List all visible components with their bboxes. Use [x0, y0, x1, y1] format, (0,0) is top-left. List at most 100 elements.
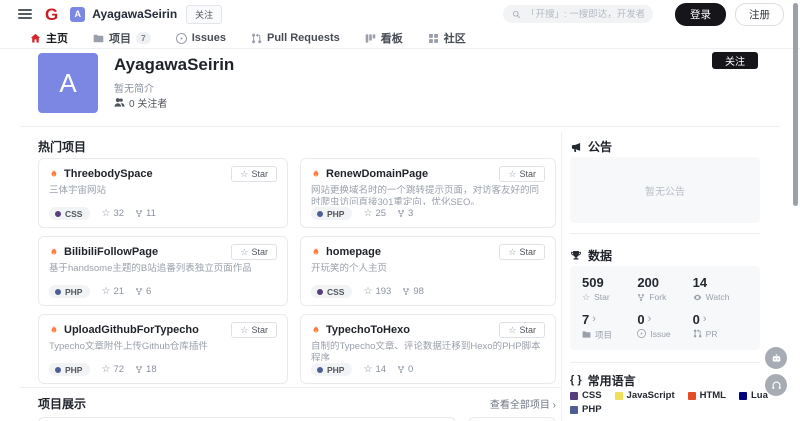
- hot-flame-icon: [49, 246, 59, 258]
- tab-pull-requests[interactable]: Pull Requests: [251, 32, 340, 44]
- language-color-swatch: [739, 392, 747, 400]
- language-color-swatch: [570, 392, 578, 400]
- language-tag[interactable]: PHP: [311, 363, 352, 376]
- language-dot: [55, 289, 61, 295]
- star-icon: ☆: [582, 293, 590, 302]
- search-input[interactable]: [526, 9, 644, 20]
- language-tag[interactable]: CSS: [49, 207, 90, 220]
- repo-description: 自制的Typecho文章、评论数据迁移到Hexo的PHP脚本程序: [311, 341, 545, 361]
- chevron-right-icon: ›: [553, 400, 556, 411]
- repo-card-partial[interactable]: [468, 417, 556, 421]
- language-color-swatch: [688, 392, 696, 400]
- repo-name[interactable]: ThreebodySpace: [64, 168, 153, 180]
- repo-name[interactable]: TypechoToHexo: [326, 324, 410, 336]
- gitee-logo[interactable]: G: [45, 6, 58, 23]
- login-button[interactable]: 登录: [675, 3, 726, 26]
- star-count: ☆32: [101, 208, 124, 219]
- repo-card[interactable]: UploadGithubForTypecho ☆Star Typecho文章附件…: [38, 314, 288, 384]
- stat-projects[interactable]: 7› 项目: [582, 313, 637, 343]
- chevron-right-icon: ›: [703, 314, 707, 325]
- languages-row: PHP: [570, 404, 602, 415]
- view-all-projects-link[interactable]: 查看全部项目 ›: [436, 396, 556, 411]
- hot-flame-icon: [49, 324, 59, 336]
- repo-card[interactable]: ThreebodySpace ☆Star 三体宇宙网站 CSS ☆32 11: [38, 158, 288, 228]
- repo-card[interactable]: BilibiliFollowPage ☆Star 基于handsome主题的B站…: [38, 236, 288, 306]
- star-count: ☆193: [363, 286, 391, 297]
- folder-icon: [93, 33, 104, 44]
- star-button[interactable]: ☆Star: [499, 166, 545, 182]
- language-color-swatch: [570, 406, 578, 414]
- star-icon: ☆: [363, 287, 372, 297]
- language-tag[interactable]: CSS: [311, 285, 352, 298]
- star-button[interactable]: ☆Star: [231, 244, 277, 260]
- stat-prs[interactable]: 0› PR: [693, 313, 748, 343]
- search-box[interactable]: [503, 5, 653, 23]
- language-dot: [55, 367, 61, 373]
- tab-board[interactable]: 看板: [365, 30, 403, 46]
- issue-icon: [637, 329, 646, 338]
- megaphone-icon: [570, 141, 582, 153]
- star-count: ☆21: [101, 286, 124, 297]
- fork-icon: [135, 365, 143, 374]
- star-button[interactable]: ☆Star: [499, 322, 545, 338]
- language-tag[interactable]: PHP: [49, 363, 90, 376]
- repo-card[interactable]: homepage ☆Star 开玩笑的个人主页 CSS ☆193 98: [300, 236, 556, 306]
- floating-service-button[interactable]: [765, 374, 787, 396]
- code-icon: { }: [570, 375, 582, 386]
- hot-flame-icon: [311, 168, 321, 180]
- star-button[interactable]: ☆Star: [231, 322, 277, 338]
- register-button[interactable]: 注册: [735, 3, 784, 26]
- tab-home[interactable]: 主页: [30, 30, 68, 46]
- star-count: ☆14: [363, 364, 386, 375]
- hot-flame-icon: [49, 168, 59, 180]
- repo-description: 三体宇宙网站: [49, 185, 277, 205]
- topbar-avatar[interactable]: A: [70, 7, 85, 22]
- repo-name[interactable]: RenewDomainPage: [326, 168, 428, 180]
- topbar-username[interactable]: AyagawaSeirin: [92, 7, 177, 21]
- fork-icon: [402, 287, 410, 296]
- pull-request-icon: [693, 329, 702, 338]
- fork-icon: [135, 287, 143, 296]
- repo-card-partial[interactable]: [38, 417, 456, 421]
- star-count: ☆25: [363, 208, 386, 219]
- tab-issues[interactable]: Issues: [176, 32, 226, 44]
- stat-fork: 200 Fork: [637, 276, 692, 304]
- language-tag[interactable]: PHP: [49, 285, 90, 298]
- popular-projects-title: 热门项目: [38, 138, 86, 155]
- tab-projects[interactable]: 项目 7: [93, 30, 151, 46]
- repo-name[interactable]: homepage: [326, 246, 381, 258]
- languages-row: CSS JavaScript HTML Lua: [570, 390, 768, 401]
- stat-issues[interactable]: 0› Issue: [637, 313, 692, 343]
- language-tag[interactable]: PHP: [311, 207, 352, 220]
- topbar-follow-button[interactable]: 关注: [186, 5, 222, 24]
- fork-icon: [397, 209, 405, 218]
- fork-count: 11: [135, 208, 156, 219]
- language-lua: Lua: [739, 390, 768, 401]
- folder-icon: [582, 330, 591, 339]
- tab-community[interactable]: 社区: [428, 30, 466, 46]
- repo-name[interactable]: UploadGithubForTypecho: [64, 324, 199, 336]
- hot-flame-icon: [311, 324, 321, 336]
- repo-card[interactable]: TypechoToHexo ☆Star 自制的Typecho文章、评论数据迁移到…: [300, 314, 556, 384]
- floating-assistant-button[interactable]: [765, 347, 787, 369]
- divider: [570, 362, 760, 363]
- robot-icon: [771, 353, 782, 364]
- gitee-profile-page: G A AyagawaSeirin 关注 登录 注册 主页 项目 7 Issue…: [0, 0, 800, 421]
- follow-button[interactable]: 关注: [712, 52, 758, 69]
- repo-card[interactable]: RenewDomainPage ☆Star 网站更换域名时的一个跳转提示页面，对…: [300, 158, 556, 228]
- fork-icon: [637, 293, 645, 302]
- showcase-title: 项目展示: [38, 395, 86, 412]
- announcement-title: 公告: [570, 138, 612, 155]
- hot-flame-icon: [311, 246, 321, 258]
- divider: [561, 132, 562, 421]
- trophy-icon: [570, 250, 582, 262]
- profile-nav: 主页 项目 7 Issues Pull Requests 看板 社区: [0, 28, 800, 49]
- star-button[interactable]: ☆Star: [499, 244, 545, 260]
- followers-count[interactable]: 0 关注者: [114, 95, 167, 110]
- repo-description: Typecho文章附件上传Github仓库插件: [49, 341, 277, 361]
- star-button[interactable]: ☆Star: [231, 166, 277, 182]
- hamburger-menu-icon[interactable]: [18, 9, 32, 19]
- scrollbar-thumb[interactable]: [793, 3, 798, 206]
- repo-name[interactable]: BilibiliFollowPage: [64, 246, 158, 258]
- home-icon: [30, 33, 41, 44]
